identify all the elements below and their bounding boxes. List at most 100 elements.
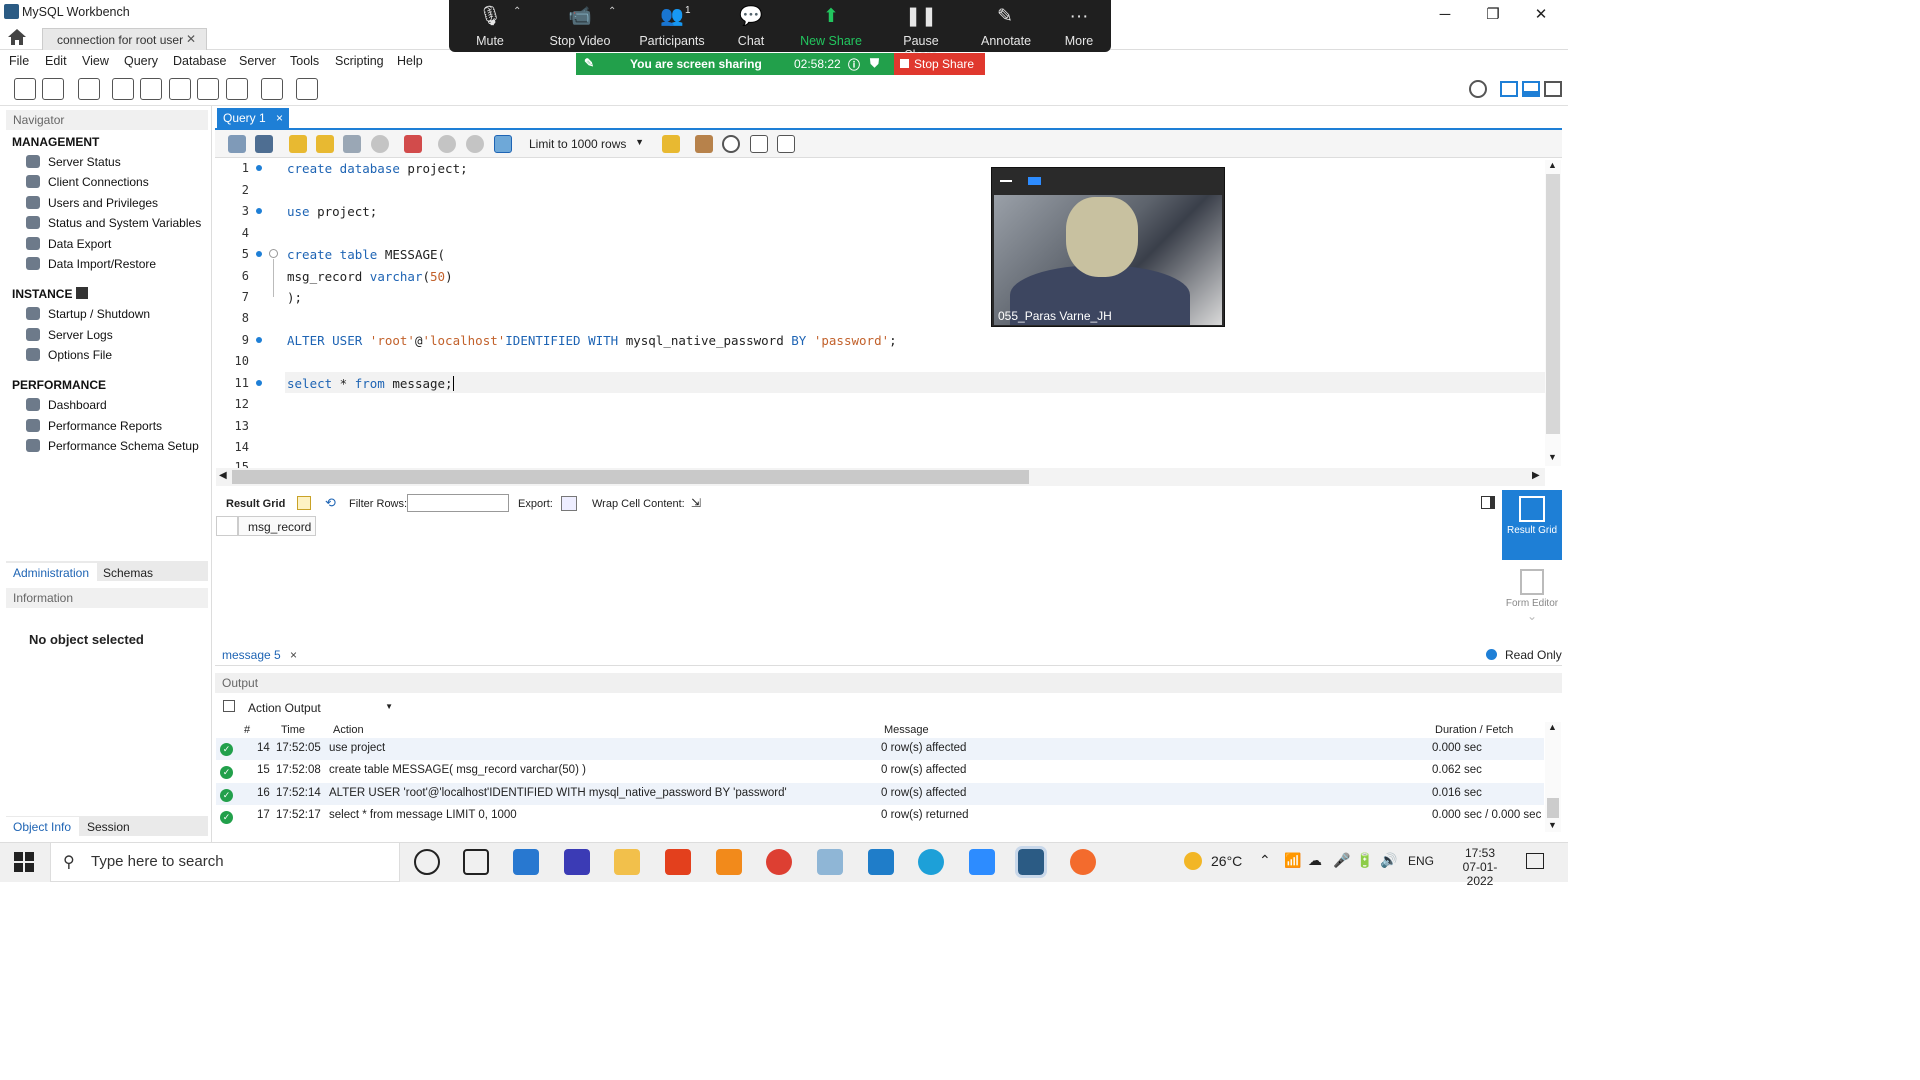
tab-administration[interactable]: Administration xyxy=(5,563,98,583)
create-procedure-icon[interactable] xyxy=(197,78,219,100)
editor-vertical-scrollbar[interactable]: ▲ ▼ xyxy=(1545,160,1561,466)
tab-object-info[interactable]: Object Info xyxy=(5,817,80,837)
cortana-icon[interactable] xyxy=(414,849,440,875)
invisible-chars-icon[interactable] xyxy=(750,135,768,153)
execute-statement-icon[interactable] xyxy=(316,135,334,153)
chevron-up-icon[interactable]: ▲ xyxy=(1548,722,1557,732)
scroll-thumb[interactable] xyxy=(1546,174,1560,434)
open-sql-script-icon[interactable] xyxy=(42,78,64,100)
stop-video-button[interactable]: 📹 Stop Video xyxy=(545,0,615,52)
chevron-down-icon[interactable]: ▼ xyxy=(1548,820,1557,830)
message-result-tab[interactable]: message 5 × xyxy=(222,648,297,662)
app-icon[interactable] xyxy=(1070,849,1096,875)
wifi-icon[interactable]: 📶 xyxy=(1284,852,1301,869)
chevron-up-icon[interactable]: ⌃ xyxy=(1259,852,1271,869)
nav-startup-shutdown[interactable]: Startup / Shutdown xyxy=(26,307,150,321)
code-line-1[interactable]: create database project; xyxy=(287,161,468,176)
table-row[interactable]: ✓ 15 17:52:08 create table MESSAGE( msg_… xyxy=(216,760,1544,782)
nav-server-logs[interactable]: Server Logs xyxy=(26,328,113,342)
chevron-left-icon[interactable]: ◀ xyxy=(219,470,227,481)
close-tab-icon[interactable]: ✕ xyxy=(186,32,196,46)
home-icon[interactable] xyxy=(6,28,38,48)
rollback-icon[interactable] xyxy=(466,135,484,153)
more-button[interactable]: ··· More xyxy=(1059,0,1099,52)
nav-users-privileges[interactable]: Users and Privileges xyxy=(26,196,158,210)
language-indicator[interactable]: ENG xyxy=(1408,854,1434,868)
export-icon[interactable] xyxy=(561,496,577,511)
clock[interactable]: 17:53 07-01-2022 xyxy=(1450,846,1510,888)
tab-query-1[interactable]: Query 1 × xyxy=(217,108,289,128)
network-icon[interactable]: ☁ xyxy=(1308,852,1322,869)
toggle-error-stop-icon[interactable] xyxy=(404,135,422,153)
refresh-icon[interactable]: ⟲ xyxy=(325,495,336,511)
new-share-button[interactable]: ⬆ New Share xyxy=(797,0,865,52)
chevron-up-icon[interactable]: ⌃ xyxy=(608,6,616,17)
settings-icon[interactable] xyxy=(1469,80,1487,98)
execute-icon[interactable] xyxy=(289,135,307,153)
nav-data-import[interactable]: Data Import/Restore xyxy=(26,257,156,271)
close-query-tab-icon[interactable]: × xyxy=(276,111,283,125)
chevron-down-icon[interactable]: ▼ xyxy=(1548,452,1557,462)
menu-database[interactable]: Database xyxy=(173,54,227,68)
result-grid-side-button[interactable]: Result Grid xyxy=(1502,490,1562,560)
beautify-icon[interactable] xyxy=(695,135,713,153)
app-icon[interactable] xyxy=(564,849,590,875)
connection-tab[interactable]: connection for root user ✕ xyxy=(42,28,207,50)
menu-tools[interactable]: Tools xyxy=(290,54,319,68)
code-line-6[interactable]: msg_record varchar(50) xyxy=(287,269,453,284)
code-line-11[interactable]: select * from message; xyxy=(287,376,454,391)
create-function-icon[interactable] xyxy=(226,78,248,100)
video-view-icon[interactable] xyxy=(1028,177,1041,185)
toggle-secondary-sidebar-icon[interactable] xyxy=(1544,81,1562,97)
add-snippet-icon[interactable] xyxy=(662,135,680,153)
nav-performance-reports[interactable]: Performance Reports xyxy=(26,419,162,433)
pause-share-button[interactable]: ❚❚Pause Share xyxy=(886,0,956,62)
table-row[interactable]: ✓ 14 17:52:05 use project 0 row(s) affec… xyxy=(216,738,1544,760)
nav-server-status[interactable]: Server Status xyxy=(26,155,121,169)
autocommit-icon[interactable] xyxy=(494,135,512,153)
grid-icon[interactable] xyxy=(297,496,311,510)
reconnect-icon[interactable] xyxy=(296,78,318,100)
menu-edit[interactable]: Edit xyxy=(45,54,67,68)
volume-icon[interactable]: 🔊 xyxy=(1380,852,1397,869)
annotate-button[interactable]: ✎ Annotate xyxy=(981,0,1031,52)
fold-toggle-icon[interactable] xyxy=(269,249,278,258)
notification-icon[interactable] xyxy=(1526,853,1544,869)
code-line-3[interactable]: use project; xyxy=(287,204,377,219)
microphone-icon[interactable]: 🎤 xyxy=(1333,852,1350,869)
find-icon[interactable] xyxy=(722,135,740,153)
table-row[interactable]: ✓ 16 17:52:14 ALTER USER 'root'@'localho… xyxy=(216,783,1544,805)
chrome-icon[interactable] xyxy=(766,849,792,875)
toggle-output-icon[interactable] xyxy=(1522,81,1540,97)
save-icon[interactable] xyxy=(255,135,273,153)
mail-icon[interactable] xyxy=(513,849,539,875)
mysql-workbench-taskbar-icon[interactable] xyxy=(1015,846,1047,878)
chevron-up-icon[interactable]: ⌃ xyxy=(513,6,521,17)
word-wrap-icon[interactable] xyxy=(777,135,795,153)
minimize-video-icon[interactable] xyxy=(1000,180,1012,182)
taskbar-search-box[interactable]: ⚲ Type here to search xyxy=(50,842,400,882)
weather-temp[interactable]: 26°C xyxy=(1211,853,1242,869)
stop-query-icon[interactable] xyxy=(371,135,389,153)
edge-icon[interactable] xyxy=(918,849,944,875)
search-table-data-icon[interactable] xyxy=(261,78,283,100)
new-sql-tab-icon[interactable] xyxy=(14,78,36,100)
file-explorer-icon[interactable] xyxy=(614,849,640,875)
menu-query[interactable]: Query xyxy=(124,54,158,68)
vlc-icon[interactable] xyxy=(716,849,742,875)
open-file-icon[interactable] xyxy=(228,135,246,153)
form-editor-side-button[interactable]: Form Editor ⌄ xyxy=(1502,565,1562,645)
code-line-7[interactable]: ); xyxy=(287,290,302,305)
output-scrollbar[interactable]: ▲ ▼ xyxy=(1545,722,1561,832)
toggle-panel-icon[interactable] xyxy=(1481,496,1495,509)
scroll-thumb[interactable] xyxy=(1547,798,1559,818)
chevron-down-icon[interactable]: ⌄ xyxy=(1502,609,1562,623)
close-result-tab-icon[interactable]: × xyxy=(290,648,297,662)
info-icon[interactable]: ⓘ xyxy=(848,56,860,73)
code-line-5[interactable]: create table MESSAGE( xyxy=(287,247,445,262)
nav-data-export[interactable]: Data Export xyxy=(26,237,111,251)
menu-help[interactable]: Help xyxy=(397,54,423,68)
code-line-9[interactable]: ALTER USER 'root'@'localhost'IDENTIFIED … xyxy=(287,333,897,348)
chevron-right-icon[interactable]: ▶ xyxy=(1532,470,1540,481)
wrap-icon[interactable]: ⇲ xyxy=(691,496,701,510)
